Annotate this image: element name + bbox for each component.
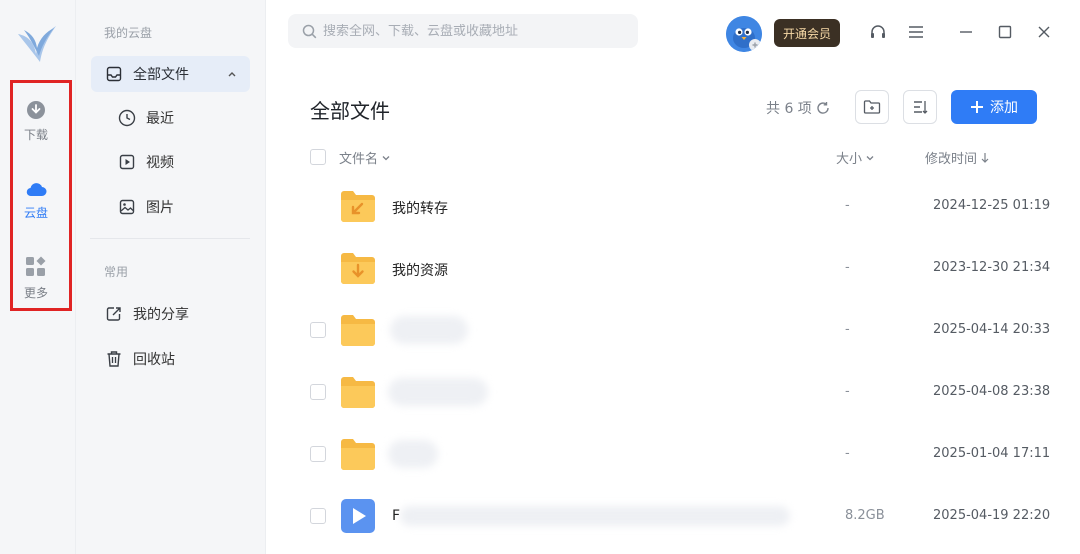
app-logo-icon xyxy=(18,26,56,62)
close-button[interactable] xyxy=(1034,22,1054,42)
file-size: - xyxy=(845,322,850,337)
column-modified[interactable]: 修改时间 xyxy=(925,148,990,167)
avatar[interactable] xyxy=(726,16,762,52)
item-count: 共 6 项 xyxy=(766,98,830,118)
new-folder-button[interactable] xyxy=(855,90,889,124)
maximize-icon xyxy=(998,25,1012,39)
close-icon xyxy=(1038,26,1050,38)
minimize-icon xyxy=(960,31,972,33)
column-modified-label: 修改时间 xyxy=(925,152,978,167)
file-size: - xyxy=(845,384,850,399)
file-name[interactable]: 我的转存 xyxy=(392,198,448,218)
sidebar-item-recent[interactable]: 最近 xyxy=(118,100,174,136)
minimize-button[interactable] xyxy=(956,22,976,42)
folder-icon xyxy=(341,315,375,346)
clock-icon xyxy=(118,109,136,127)
file-time: 2024-12-25 01:19 xyxy=(933,198,1051,213)
search-box[interactable] xyxy=(288,14,638,48)
file-name[interactable]: F xyxy=(392,508,400,524)
support-button[interactable] xyxy=(868,22,888,42)
column-size[interactable]: 大小 xyxy=(836,148,875,167)
maximize-button[interactable] xyxy=(995,22,1015,42)
sidebar: 我的云盘 全部文件 最近 视频 图片 常用 我的分享 回收站 xyxy=(76,0,266,554)
transfer-folder-icon xyxy=(341,191,375,222)
avatar-bird-icon xyxy=(726,16,762,52)
headset-icon xyxy=(871,25,885,38)
file-row[interactable]: - 2025-01-04 17:11 xyxy=(300,424,1060,486)
file-time: 2025-01-04 17:11 xyxy=(933,446,1051,461)
row-checkbox[interactable] xyxy=(310,322,326,338)
row-checkbox[interactable] xyxy=(310,446,326,462)
page-title: 全部文件 xyxy=(310,99,390,123)
trash-icon xyxy=(105,350,123,368)
menu-icon xyxy=(909,26,923,38)
section-label-common: 常用 xyxy=(104,265,129,279)
arrow-down-icon xyxy=(981,152,989,163)
sidebar-item-recycle-bin[interactable]: 回收站 xyxy=(105,341,175,377)
resource-folder-icon xyxy=(341,253,375,284)
item-count-text: 共 6 项 xyxy=(766,101,812,117)
plus-icon xyxy=(971,101,983,113)
folder-icon xyxy=(341,439,375,470)
file-time: 2025-04-08 23:38 xyxy=(933,384,1051,399)
image-icon xyxy=(118,198,136,216)
file-row[interactable]: - 2025-04-08 23:38 xyxy=(300,362,1060,424)
redacted-name xyxy=(388,378,488,406)
column-size-label: 大小 xyxy=(836,152,863,167)
app-rail: 下载 云盘 更多 xyxy=(0,0,76,554)
section-label-mine: 我的云盘 xyxy=(104,26,153,40)
sort-icon xyxy=(914,101,928,114)
sidebar-item-video[interactable]: 视频 xyxy=(118,144,174,180)
video-file-icon xyxy=(341,499,375,533)
sidebar-divider xyxy=(90,238,250,239)
sidebar-item-all-files[interactable]: 全部文件 xyxy=(91,56,250,92)
search-icon xyxy=(302,24,317,38)
column-name-label: 文件名 xyxy=(339,152,379,167)
refresh-icon[interactable] xyxy=(816,101,830,115)
sort-button[interactable] xyxy=(903,90,937,124)
file-size: 8.2GB xyxy=(845,508,885,523)
row-checkbox[interactable] xyxy=(310,508,326,524)
new-folder-icon xyxy=(863,100,881,114)
file-row[interactable]: 我的转存 - 2024-12-25 01:19 xyxy=(300,176,1060,238)
share-icon xyxy=(105,305,123,323)
sidebar-label-my-share: 我的分享 xyxy=(133,307,189,323)
file-name[interactable]: 我的资源 xyxy=(392,260,448,280)
select-all-checkbox[interactable] xyxy=(310,149,326,165)
file-time: 2025-04-14 20:33 xyxy=(933,322,1051,337)
redacted-name xyxy=(400,506,790,526)
chevron-down-icon xyxy=(866,155,874,160)
file-time: 2023-12-30 21:34 xyxy=(933,260,1051,275)
add-button-label: 添加 xyxy=(990,99,1018,115)
open-vip-button[interactable]: 开通会员 xyxy=(774,19,840,47)
highlight-box xyxy=(10,80,72,311)
file-size: - xyxy=(845,446,850,461)
sidebar-label-recent: 最近 xyxy=(146,111,174,127)
file-row[interactable]: - 2025-04-14 20:33 xyxy=(300,300,1060,362)
redacted-name xyxy=(388,440,438,468)
video-icon xyxy=(118,153,136,171)
sidebar-item-my-share[interactable]: 我的分享 xyxy=(105,296,189,332)
file-size: - xyxy=(845,260,850,275)
row-checkbox[interactable] xyxy=(310,384,326,400)
sidebar-label-recycle-bin: 回收站 xyxy=(133,352,175,368)
column-name[interactable]: 文件名 xyxy=(339,148,391,167)
sidebar-item-pictures[interactable]: 图片 xyxy=(118,189,174,225)
chevron-down-icon xyxy=(382,155,390,160)
inbox-icon xyxy=(105,65,123,83)
file-size: - xyxy=(845,198,850,213)
search-input[interactable] xyxy=(323,23,623,39)
redacted-name xyxy=(390,316,468,344)
add-button[interactable]: 添加 xyxy=(951,90,1037,124)
file-time: 2025-04-19 22:20 xyxy=(933,508,1051,523)
folder-icon xyxy=(341,377,375,408)
chevron-up-icon[interactable] xyxy=(226,68,238,80)
sidebar-label-video: 视频 xyxy=(146,155,174,171)
sidebar-label-all-files: 全部文件 xyxy=(133,67,189,83)
sidebar-label-pictures: 图片 xyxy=(146,200,174,216)
file-row[interactable]: 我的资源 - 2023-12-30 21:34 xyxy=(300,238,1060,300)
menu-button[interactable] xyxy=(906,22,926,42)
file-row[interactable]: F 8.2GB 2025-04-19 22:20 xyxy=(300,486,1060,548)
